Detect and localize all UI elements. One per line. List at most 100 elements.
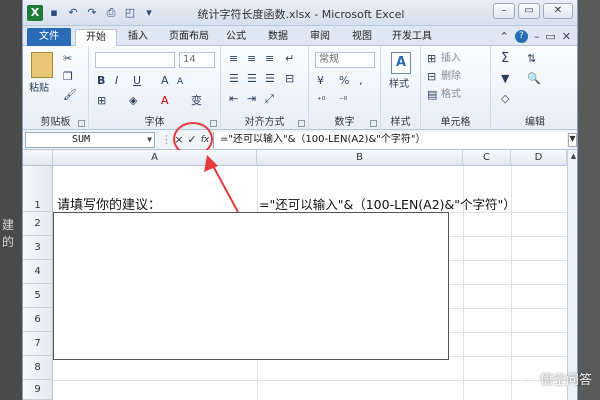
fill-color-icon[interactable]: ◈ (129, 94, 137, 108)
find-select-icon[interactable]: 🔍 (527, 72, 541, 86)
worksheet-grid[interactable]: A B C D 1 2 3 4 5 6 7 8 9 请填写你的建议： ="还可以… (23, 150, 567, 400)
cell-a1[interactable]: 请填写你的建议： (57, 194, 161, 213)
merge-center-icon[interactable]: ⊟ (285, 72, 294, 86)
insert-cells-icon[interactable]: ⊞ (427, 52, 436, 66)
row-header-6[interactable]: 6 (23, 308, 53, 332)
number-launcher-icon[interactable] (370, 120, 377, 127)
decrease-decimal-icon[interactable]: ⁻⁰ (339, 94, 347, 108)
delete-cells-icon[interactable]: ⊟ (427, 70, 436, 84)
column-header-a[interactable]: A (53, 150, 257, 166)
name-box[interactable]: SUM ▼ (25, 132, 155, 148)
close-button[interactable]: ✕ (543, 3, 573, 19)
row-header-1[interactable]: 1 (23, 166, 53, 212)
vertical-scrollbar[interactable]: ▲ (567, 150, 577, 400)
cell-a2-input-area[interactable] (53, 212, 449, 360)
font-size-field[interactable]: 14 (179, 52, 215, 68)
expand-formula-bar-icon[interactable]: ▼ (568, 133, 577, 147)
tab-home[interactable]: 开始 (75, 29, 117, 46)
align-middle-icon[interactable]: ≡ (247, 52, 256, 66)
minimize-button[interactable]: – (493, 3, 515, 19)
tab-developer[interactable]: 开发工具 (389, 29, 435, 46)
gridline (53, 380, 567, 381)
tab-page-layout[interactable]: 页面布局 (163, 29, 215, 46)
font-color-icon[interactable]: A (161, 94, 169, 108)
paste-icon[interactable] (31, 52, 53, 78)
currency-icon[interactable]: ¥ (317, 74, 324, 88)
increase-decimal-icon[interactable]: ⁺⁰ (317, 94, 325, 108)
wrap-text-icon[interactable]: ↵ (285, 52, 294, 66)
scroll-up-icon[interactable]: ▲ (569, 152, 577, 162)
tab-formulas[interactable]: 公式 (221, 29, 251, 46)
select-all-corner[interactable] (23, 150, 53, 166)
collapse-ribbon-icon[interactable]: ⌃ (500, 30, 509, 43)
row-header-7[interactable]: 7 (23, 332, 53, 356)
watermark-icon (519, 370, 536, 387)
increase-indent-icon[interactable]: ⇥ (247, 92, 256, 106)
group-number: 常规 ¥ % , ⁺⁰ ⁻⁰ 数字 (309, 46, 381, 130)
doc-restore-icon[interactable]: ▭ (545, 30, 555, 43)
row-header-2[interactable]: 2 (23, 212, 53, 236)
maximize-button[interactable]: ▭ (518, 3, 540, 19)
tab-file[interactable]: 文件 (27, 28, 71, 46)
doc-close-icon[interactable]: ✕ (562, 30, 571, 43)
orientation-icon[interactable]: ⤢ (265, 92, 274, 106)
copy-icon[interactable]: ❐ (63, 70, 73, 84)
background-text: 建的 (2, 218, 15, 249)
column-header-b[interactable]: B (257, 150, 463, 166)
column-header-c[interactable]: C (463, 150, 511, 166)
tab-insert[interactable]: 插入 (123, 29, 153, 46)
format-cells-icon[interactable]: ▤ (427, 88, 437, 102)
title-bar: X ▪ ↶ ↷ ⎙ ◰ ▾ 统计字符长度函数.xlsx - Microsoft … (23, 0, 577, 26)
comma-button[interactable]: , (359, 74, 363, 88)
styles-icon[interactable]: A (391, 52, 411, 74)
help-icon[interactable]: ? (514, 30, 528, 43)
tab-data[interactable]: 数据 (263, 29, 293, 46)
fill-icon[interactable]: ▼ (501, 72, 509, 86)
group-font: 14 B I U A A ⊞ ◈ A 变 字体 (89, 46, 221, 130)
row-header-4[interactable]: 4 (23, 260, 53, 284)
phonetic-button[interactable]: 变 (191, 94, 202, 108)
tab-view[interactable]: 视图 (347, 29, 377, 46)
tab-review[interactable]: 审阅 (305, 29, 335, 46)
font-name-field[interactable] (95, 52, 175, 68)
number-format-field[interactable]: 常规 (315, 52, 375, 68)
align-right-icon[interactable]: ☰ (265, 72, 275, 86)
shrink-font-button[interactable]: A (177, 75, 183, 89)
align-top-icon[interactable]: ≡ (229, 52, 238, 66)
name-box-dropdown-icon[interactable]: ▼ (147, 133, 152, 147)
bold-button[interactable]: B (97, 74, 105, 88)
formula-input[interactable]: ="还可以输入"&（100-LEN(A2)&"个字符"） (213, 132, 567, 148)
column-header-d[interactable]: D (511, 150, 567, 166)
sort-filter-icon[interactable]: ⇅ (527, 52, 536, 66)
ribbon-right-controls: ⌃ ? – ▭ ✕ (500, 30, 571, 43)
styles-button[interactable]: 样式 (389, 78, 409, 92)
delete-cells-button[interactable]: 删除 (441, 70, 461, 84)
align-center-icon[interactable]: ☰ (247, 72, 257, 86)
paste-label[interactable]: 粘贴 (29, 82, 49, 96)
alignment-launcher-icon[interactable] (298, 120, 305, 127)
row-header-3[interactable]: 3 (23, 236, 53, 260)
autosum-button[interactable]: Σ (501, 52, 509, 66)
row-header-5[interactable]: 5 (23, 284, 53, 308)
grow-font-button[interactable]: A (161, 74, 169, 88)
row-header-8[interactable]: 8 (23, 356, 53, 380)
italic-button[interactable]: I (115, 74, 118, 88)
align-left-icon[interactable]: ☰ (229, 72, 239, 86)
clear-icon[interactable]: ◇ (501, 92, 509, 106)
align-bottom-icon[interactable]: ≡ (265, 52, 274, 66)
row-header-9[interactable]: 9 (23, 380, 53, 400)
percent-button[interactable]: % (339, 74, 349, 88)
clipboard-launcher-icon[interactable] (78, 120, 85, 127)
underline-button[interactable]: U (133, 74, 141, 88)
borders-icon[interactable]: ⊞ (97, 94, 106, 108)
ribbon-tabs: 文件 开始 插入 页面布局 公式 数据 审阅 视图 开发工具 ⌃ ? – ▭ ✕ (23, 26, 577, 46)
insert-cells-button[interactable]: 插入 (441, 52, 461, 66)
format-painter-icon[interactable]: 🖌 (63, 88, 77, 102)
cell-b1[interactable]: ="还可以输入"&（100-LEN(A2)&"个字符"） (259, 194, 516, 213)
decrease-indent-icon[interactable]: ⇤ (229, 92, 238, 106)
cut-icon[interactable]: ✂ (63, 52, 72, 66)
font-launcher-icon[interactable] (210, 120, 217, 127)
format-cells-button[interactable]: 格式 (441, 88, 461, 102)
doc-minimize-icon[interactable]: – (534, 30, 540, 43)
formula-bar-separator-icon: ⋮ (161, 133, 172, 146)
